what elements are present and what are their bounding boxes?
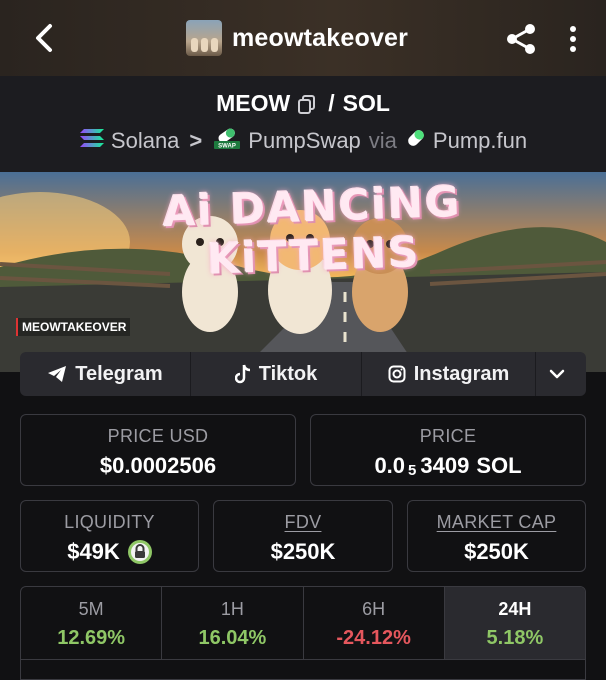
telegram-button[interactable]: Telegram: [20, 352, 191, 396]
market-cap-value: $250K: [464, 539, 529, 564]
tab-1h-label: 1H: [220, 599, 244, 619]
liquidity-card: LIQUIDITY $49K: [20, 500, 199, 572]
liquidity-value: $49K: [67, 539, 120, 564]
share-button[interactable]: [504, 22, 538, 56]
price-native-prefix: 0.0: [374, 453, 406, 478]
chevron-left-icon: [36, 24, 52, 52]
price-change-tabs: 5M 12.69% 1H 16.04% 6H -24.12% 24H 5.18%: [20, 586, 586, 680]
price-usd-label: PRICE USD: [107, 426, 209, 446]
price-usd-card: PRICE USD $0.0002506: [20, 414, 296, 486]
liquidity-value-row: $49K: [21, 539, 198, 565]
price-native-card: PRICE 0.0 5 3409 SOL: [310, 414, 586, 486]
token-avatar: [186, 20, 222, 56]
tab-24h-label: 24H: [498, 599, 532, 619]
fdv-value: $250K: [270, 539, 336, 564]
banner-title: Ai DANCiNG KiTTENS: [161, 176, 463, 284]
instagram-button[interactable]: Instagram: [362, 352, 536, 396]
token-banner-image: Ai DANCiNG KiTTENS MEOWTAKEOVER: [0, 172, 606, 372]
tab-5m[interactable]: 5M 12.69%: [21, 587, 163, 659]
chevron-down-icon: [549, 369, 565, 379]
price-native-value: 0.0 5 3409 SOL: [311, 453, 585, 479]
social-links: Telegram Tiktok Instagram: [20, 352, 586, 396]
tab-1h[interactable]: 1H 16.04%: [162, 587, 304, 659]
instagram-icon: [388, 365, 406, 383]
tab-6h-label: 6H: [362, 599, 386, 619]
pair-separator: /: [328, 90, 335, 116]
more-options-button[interactable]: [562, 22, 584, 56]
price-native-digits: 3409: [420, 453, 470, 478]
instagram-label: Instagram: [413, 362, 510, 385]
price-native-label: PRICE: [419, 426, 477, 446]
top-bar: meowtakeover: [0, 0, 606, 76]
telegram-icon: [48, 366, 67, 382]
socials-expand-button[interactable]: [536, 352, 586, 396]
breadcrumb-chevron-icon: >: [189, 128, 203, 153]
fdv-label: FDV: [284, 512, 322, 532]
fdv-card[interactable]: FDV $250K: [213, 500, 393, 572]
market-cap-label: MARKET CAP: [436, 512, 557, 532]
tab-6h[interactable]: 6H -24.12%: [304, 587, 445, 659]
lock-icon[interactable]: [127, 540, 152, 564]
tab-24h-change: 5.18%: [486, 627, 544, 649]
tab-5m-label: 5M: [78, 599, 104, 619]
liquidity-label: LIQUIDITY: [64, 512, 155, 532]
chain-link-solana[interactable]: Solana: [111, 128, 180, 154]
tab-24h[interactable]: 24H 5.18%: [444, 587, 585, 659]
base-symbol: MEOW: [216, 90, 291, 116]
via-label: via: [368, 128, 397, 153]
tab-5m-change: 12.69%: [57, 627, 126, 649]
telegram-label: Telegram: [75, 362, 163, 385]
share-icon: [507, 24, 535, 54]
solana-icon: [79, 127, 105, 155]
stats-panel-top: [21, 659, 585, 679]
tab-6h-change: -24.12%: [336, 627, 411, 649]
price-usd-value: $0.0002506: [99, 453, 217, 478]
tab-1h-change: 16.04%: [198, 627, 267, 649]
header-title-group: meowtakeover: [186, 20, 408, 56]
swap-badge-text: SWAP: [218, 144, 236, 150]
launchpad-link-pumpfun[interactable]: Pump.fun: [433, 128, 527, 154]
tiktok-icon: [234, 364, 250, 384]
market-cap-card[interactable]: MARKET CAP $250K: [407, 500, 586, 572]
price-native-zero-count: 5: [408, 461, 417, 479]
tiktok-button[interactable]: Tiktok: [191, 352, 362, 396]
pair-name: MEOW / SOL: [0, 90, 606, 117]
tiktok-label: Tiktok: [258, 362, 318, 385]
back-button[interactable]: [26, 20, 62, 56]
dex-link-pumpswap[interactable]: PumpSwap: [248, 128, 361, 154]
banner-watermark: MEOWTAKEOVER: [16, 318, 131, 336]
more-vertical-icon: [570, 26, 576, 52]
quote-symbol: SOL: [342, 90, 390, 116]
chain-breadcrumb: Solana > SWAP PumpSwap via Pump.fun: [0, 126, 606, 156]
page-title: meowtakeover: [232, 23, 409, 52]
pumpswap-icon: SWAP: [212, 126, 242, 156]
pumpfun-pill-icon: [405, 127, 427, 155]
copy-icon[interactable]: [298, 94, 316, 114]
price-native-unit: SOL: [476, 453, 522, 478]
